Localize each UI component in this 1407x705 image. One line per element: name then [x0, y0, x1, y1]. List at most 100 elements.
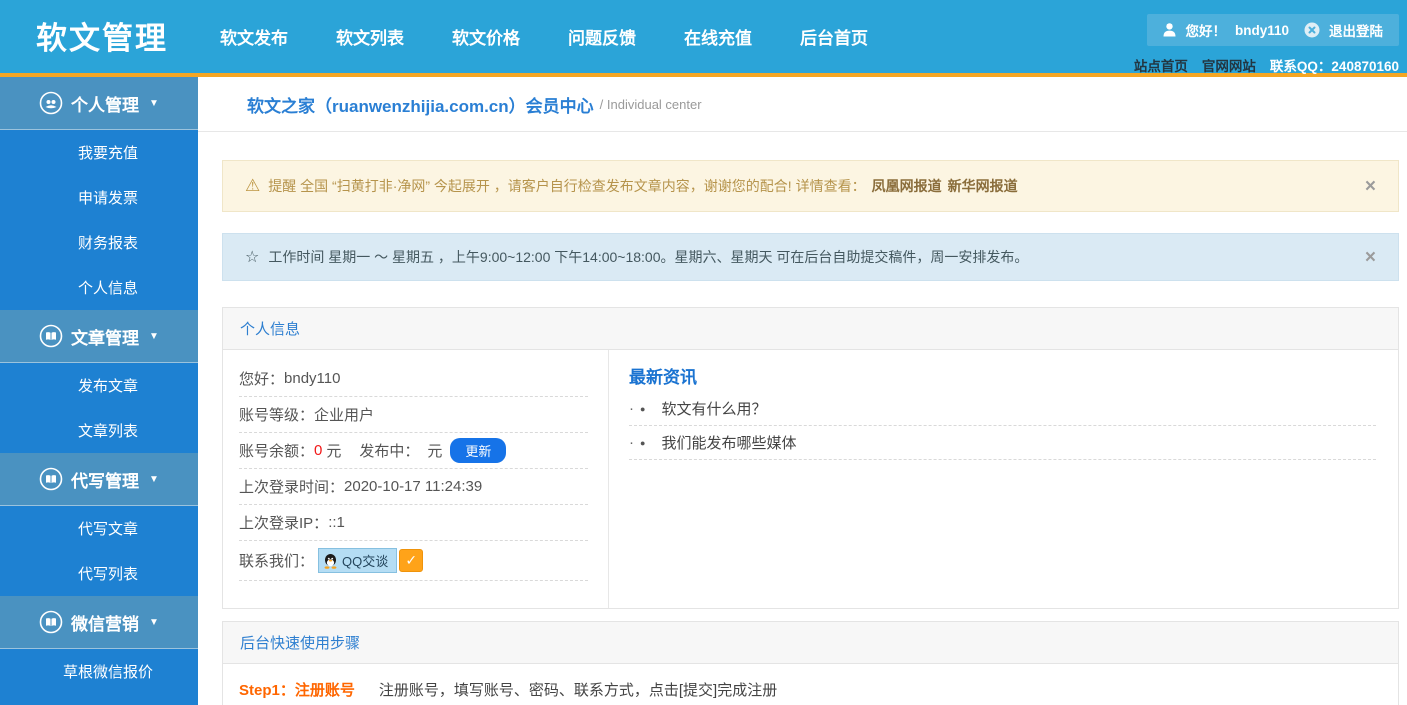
- sidebar: 个人管理 ▼ 我要充值 申请发票 财务报表 个人信息 文章管理 ▼ 发布文章 文…: [0, 77, 198, 705]
- contact-row: 联系我们： QQ交谈 ✓: [239, 541, 588, 581]
- nav-item-publish[interactable]: 软文发布: [196, 24, 312, 49]
- profile-panel-title: 个人信息: [240, 321, 301, 338]
- profile-column: 您好： bndy110 账号等级： 企业用户 账号余额： 0 元 发布中： 元 …: [223, 350, 609, 608]
- news-item[interactable]: · ● 软文有什么用？: [629, 392, 1376, 426]
- sidebar-item-ghostwrite-list[interactable]: 代写列表: [0, 551, 198, 596]
- sidebar-section-ghostwrite[interactable]: 代写管理 ▼: [0, 453, 198, 506]
- chevron-down-icon: ▼: [149, 330, 159, 342]
- balance-label: 账号余额：: [239, 443, 315, 460]
- nav-item-list[interactable]: 软文列表: [312, 24, 428, 49]
- bullet-icon: ●: [640, 403, 646, 414]
- breadcrumb-title: 软文之家（ruanwenzhijia.com.cn）会员中心: [247, 96, 594, 116]
- balance-row: 账号余额： 0 元 发布中： 元 更新: [239, 433, 588, 469]
- sidebar-item-recharge[interactable]: 我要充值: [0, 130, 198, 175]
- sidebar-item-wechat-price[interactable]: 草根微信报价: [0, 649, 198, 694]
- qq-chat-label: QQ交谈: [342, 554, 389, 569]
- logout-icon: [1304, 22, 1320, 38]
- sidebar-item-ghostwrite-article[interactable]: 代写文章: [0, 506, 198, 551]
- close-icon[interactable]: ×: [1365, 177, 1376, 196]
- top-links: 站点首页 官网网站 联系QQ：240870160: [1134, 55, 1399, 75]
- profile-panel-header: 个人信息: [223, 308, 1398, 350]
- level-label: 账号等级：: [239, 407, 315, 424]
- sidebar-section-label: 代写管理: [71, 471, 140, 491]
- xinhua-report-link[interactable]: 新华网报道: [948, 176, 1018, 196]
- contact-qq-label: 联系QQ：240870160: [1269, 59, 1399, 74]
- book-circle-icon: [39, 324, 63, 348]
- step1-description: 注册账号，填写账号、密码、联系方式，点击[提交]完成注册: [378, 682, 778, 699]
- steps-panel-header: 后台快速使用步骤: [223, 622, 1398, 664]
- sidebar-section-label: 微信营销: [71, 614, 140, 634]
- dot-small-icon: ·: [629, 434, 634, 451]
- news-item[interactable]: · ● 我们能发布哪些媒体: [629, 426, 1376, 460]
- sidebar-item-article-list[interactable]: 文章列表: [0, 408, 198, 453]
- info-alert: ☆ 工作时间 星期一 ～ 星期五 ，上午9:00~12:00 下午14:00~1…: [222, 233, 1399, 281]
- nav-item-feedback[interactable]: 问题反馈: [544, 24, 660, 49]
- breadcrumb-subtitle: / Individual center: [599, 96, 702, 112]
- sidebar-item-invoice[interactable]: 申请发票: [0, 175, 198, 220]
- warning-alert: ⚠ 提醒 全国 “扫黄打非·净网” 今起展开 ，请客户自行检查发布文章内容，谢谢…: [222, 160, 1399, 212]
- user-icon: [1163, 23, 1176, 37]
- sidebar-item-publish-article[interactable]: 发布文章: [0, 363, 198, 408]
- main-layout: 个人管理 ▼ 我要充值 申请发票 财务报表 个人信息 文章管理 ▼ 发布文章 文…: [0, 77, 1407, 705]
- nav-item-price[interactable]: 软文价格: [428, 24, 544, 49]
- sidebar-section-personal[interactable]: 个人管理 ▼: [0, 77, 198, 130]
- sidebar-item-finance-report[interactable]: 财务报表: [0, 220, 198, 265]
- greeting-value: bndy110: [284, 370, 341, 387]
- check-icon: ✓: [405, 552, 418, 568]
- qq-verified-badge: ✓: [399, 549, 424, 572]
- logout-button[interactable]: 退出登陆: [1329, 20, 1383, 40]
- chevron-down-icon: ▼: [149, 97, 159, 109]
- news-column: 最新资讯 · ● 软文有什么用？ · ● 我们能发布哪些媒体: [609, 350, 1398, 608]
- sidebar-section-label: 个人管理: [71, 95, 140, 115]
- user-greeting: 您好！: [1185, 24, 1226, 39]
- info-text: 工作时间 星期一 ～ 星期五 ，上午9:00~12:00 下午14:00~18:…: [268, 249, 1029, 265]
- publishing-unit: 元: [427, 443, 443, 460]
- dot-small-icon: ·: [629, 400, 634, 417]
- top-nav: 软文发布 软文列表 软文价格 问题反馈 在线充值 后台首页: [196, 0, 892, 73]
- sidebar-item-personal-info[interactable]: 个人信息: [0, 265, 198, 310]
- qq-chat-button[interactable]: QQ交谈 ✓: [318, 548, 424, 573]
- close-icon[interactable]: ×: [1365, 248, 1376, 267]
- content-inner: ⚠ 提醒 全国 “扫黄打非·净网” 今起展开 ，请客户自行检查发布文章内容，谢谢…: [198, 132, 1407, 705]
- last-login-ip-label: 上次登录IP：: [239, 515, 329, 532]
- wechat-circle-icon: [39, 610, 63, 634]
- news-title: 最新资讯: [629, 368, 697, 387]
- user-box: 您好！ bndy110 退出登陆: [1147, 14, 1399, 46]
- write-circle-icon: [39, 467, 63, 491]
- steps-panel-body: Step1：注册账号 注册账号，填写账号、密码、联系方式，点击[提交]完成注册: [223, 664, 1398, 705]
- balance-value: 0: [314, 442, 323, 459]
- profile-panel: 个人信息 您好： bndy110 账号等级： 企业用户 账号余额： 0 元 发布…: [222, 307, 1399, 609]
- username: bndy110: [1234, 22, 1289, 38]
- content-area: 软文之家（ruanwenzhijia.com.cn）会员中心 / Individ…: [198, 77, 1407, 705]
- profile-panel-body: 您好： bndy110 账号等级： 企业用户 账号余额： 0 元 发布中： 元 …: [223, 350, 1398, 608]
- update-button[interactable]: 更新: [450, 438, 507, 463]
- top-bar: 软文管理 软文发布 软文列表 软文价格 问题反馈 在线充值 后台首页 您好！ b…: [0, 0, 1407, 75]
- warning-text: 提醒 全国 “扫黄打非·净网” 今起展开 ，请客户自行检查发布文章内容，谢谢您的…: [268, 178, 866, 194]
- level-value: 企业用户: [314, 407, 375, 424]
- step1-label: Step1：注册账号: [239, 682, 355, 699]
- last-login-ip-row: 上次登录IP： ::1: [239, 505, 588, 541]
- nav-item-backend-home[interactable]: 后台首页: [776, 24, 892, 49]
- sidebar-section-articles[interactable]: 文章管理 ▼: [0, 310, 198, 363]
- app-logo: 软文管理: [36, 21, 168, 56]
- balance-unit: 元: [326, 443, 342, 460]
- last-login-ip-value: ::1: [328, 514, 345, 531]
- account-level-row: 账号等级： 企业用户: [239, 397, 588, 433]
- publishing-label: 发布中：: [359, 443, 420, 460]
- nav-item-recharge[interactable]: 在线充值: [660, 24, 776, 49]
- steps-panel-title: 后台快速使用步骤: [240, 635, 361, 652]
- user-circle-icon: [39, 91, 63, 115]
- site-home-link[interactable]: 站点首页: [1134, 55, 1188, 75]
- contact-label: 联系我们：: [239, 553, 315, 570]
- phoenix-report-link[interactable]: 凤凰网报道: [872, 176, 942, 196]
- last-login-time-value: 2020-10-17 11:24:39: [344, 478, 483, 495]
- official-site-link[interactable]: 官网网站: [1202, 55, 1256, 75]
- star-icon: ☆: [245, 249, 260, 266]
- last-login-time-row: 上次登录时间： 2020-10-17 11:24:39: [239, 469, 588, 505]
- breadcrumb: 软文之家（ruanwenzhijia.com.cn）会员中心 / Individ…: [198, 77, 1407, 132]
- sidebar-section-wechat[interactable]: 微信营销 ▼: [0, 596, 198, 649]
- sidebar-section-label: 文章管理: [71, 328, 140, 348]
- greeting-label: 您好：: [239, 371, 285, 388]
- greeting-row: 您好： bndy110: [239, 361, 588, 397]
- last-login-time-label: 上次登录时间：: [239, 479, 345, 496]
